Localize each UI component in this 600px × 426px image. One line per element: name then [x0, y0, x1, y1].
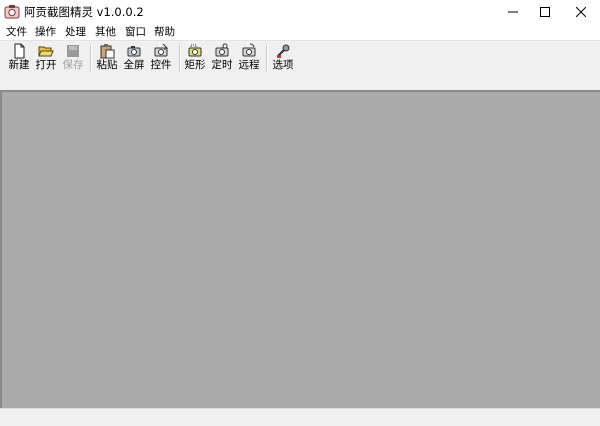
open-button[interactable]: 打开	[35, 43, 57, 73]
control-button[interactable]: 控件	[150, 43, 172, 73]
close-button[interactable]	[566, 0, 596, 24]
paste-icon	[100, 44, 115, 59]
new-button[interactable]: 新建	[8, 43, 30, 73]
rect-button[interactable]: 矩形	[184, 43, 206, 73]
fullscreen-button[interactable]: 全屏	[123, 43, 145, 73]
save-label: 保存	[62, 59, 84, 71]
toolbar-gap	[0, 75, 600, 90]
timer-capture-icon	[215, 43, 229, 57]
minimize-button[interactable]	[498, 0, 528, 24]
maximize-icon	[540, 7, 550, 17]
timer-button[interactable]: 定时	[211, 43, 233, 73]
remote-label: 远程	[238, 59, 260, 71]
close-icon	[576, 7, 586, 17]
options-icon	[277, 44, 290, 58]
control-label: 控件	[150, 59, 172, 71]
window-title: 阿贡截图精灵 v1.0.0.2	[24, 5, 144, 19]
menu-file[interactable]: 文件	[6, 24, 27, 40]
workspace-area[interactable]	[0, 90, 600, 408]
menu-window[interactable]: 窗口	[125, 24, 146, 40]
minimize-icon	[508, 11, 518, 13]
rect-capture-icon	[188, 44, 202, 57]
menu-help[interactable]: 帮助	[154, 24, 175, 40]
paste-button[interactable]: 粘贴	[96, 43, 118, 73]
options-button[interactable]: 选项	[272, 43, 294, 73]
remote-capture-icon	[242, 43, 256, 57]
menu-operate[interactable]: 操作	[35, 24, 56, 40]
control-capture-icon	[154, 43, 169, 57]
status-bar	[0, 408, 600, 426]
new-file-icon	[14, 43, 25, 59]
maximize-button[interactable]	[530, 0, 560, 24]
remote-button[interactable]: 远程	[238, 43, 260, 73]
title-bar: 阿贡截图精灵 v1.0.0.2	[0, 0, 600, 24]
camera-app-icon	[4, 5, 20, 19]
options-label: 选项	[272, 59, 294, 71]
fullscreen-capture-icon	[127, 46, 141, 57]
open-folder-icon	[38, 46, 54, 57]
menu-process[interactable]: 处理	[65, 24, 86, 40]
toolbar: 新建 打开 保存 粘贴 全屏 控件 矩形 定时 远程 选项	[0, 40, 600, 76]
menu-other[interactable]: 其他	[95, 24, 116, 40]
save-icon	[67, 45, 79, 57]
save-button[interactable]: 保存	[62, 43, 84, 73]
menu-bar: 文件 操作 处理 其他 窗口 帮助	[0, 24, 600, 40]
